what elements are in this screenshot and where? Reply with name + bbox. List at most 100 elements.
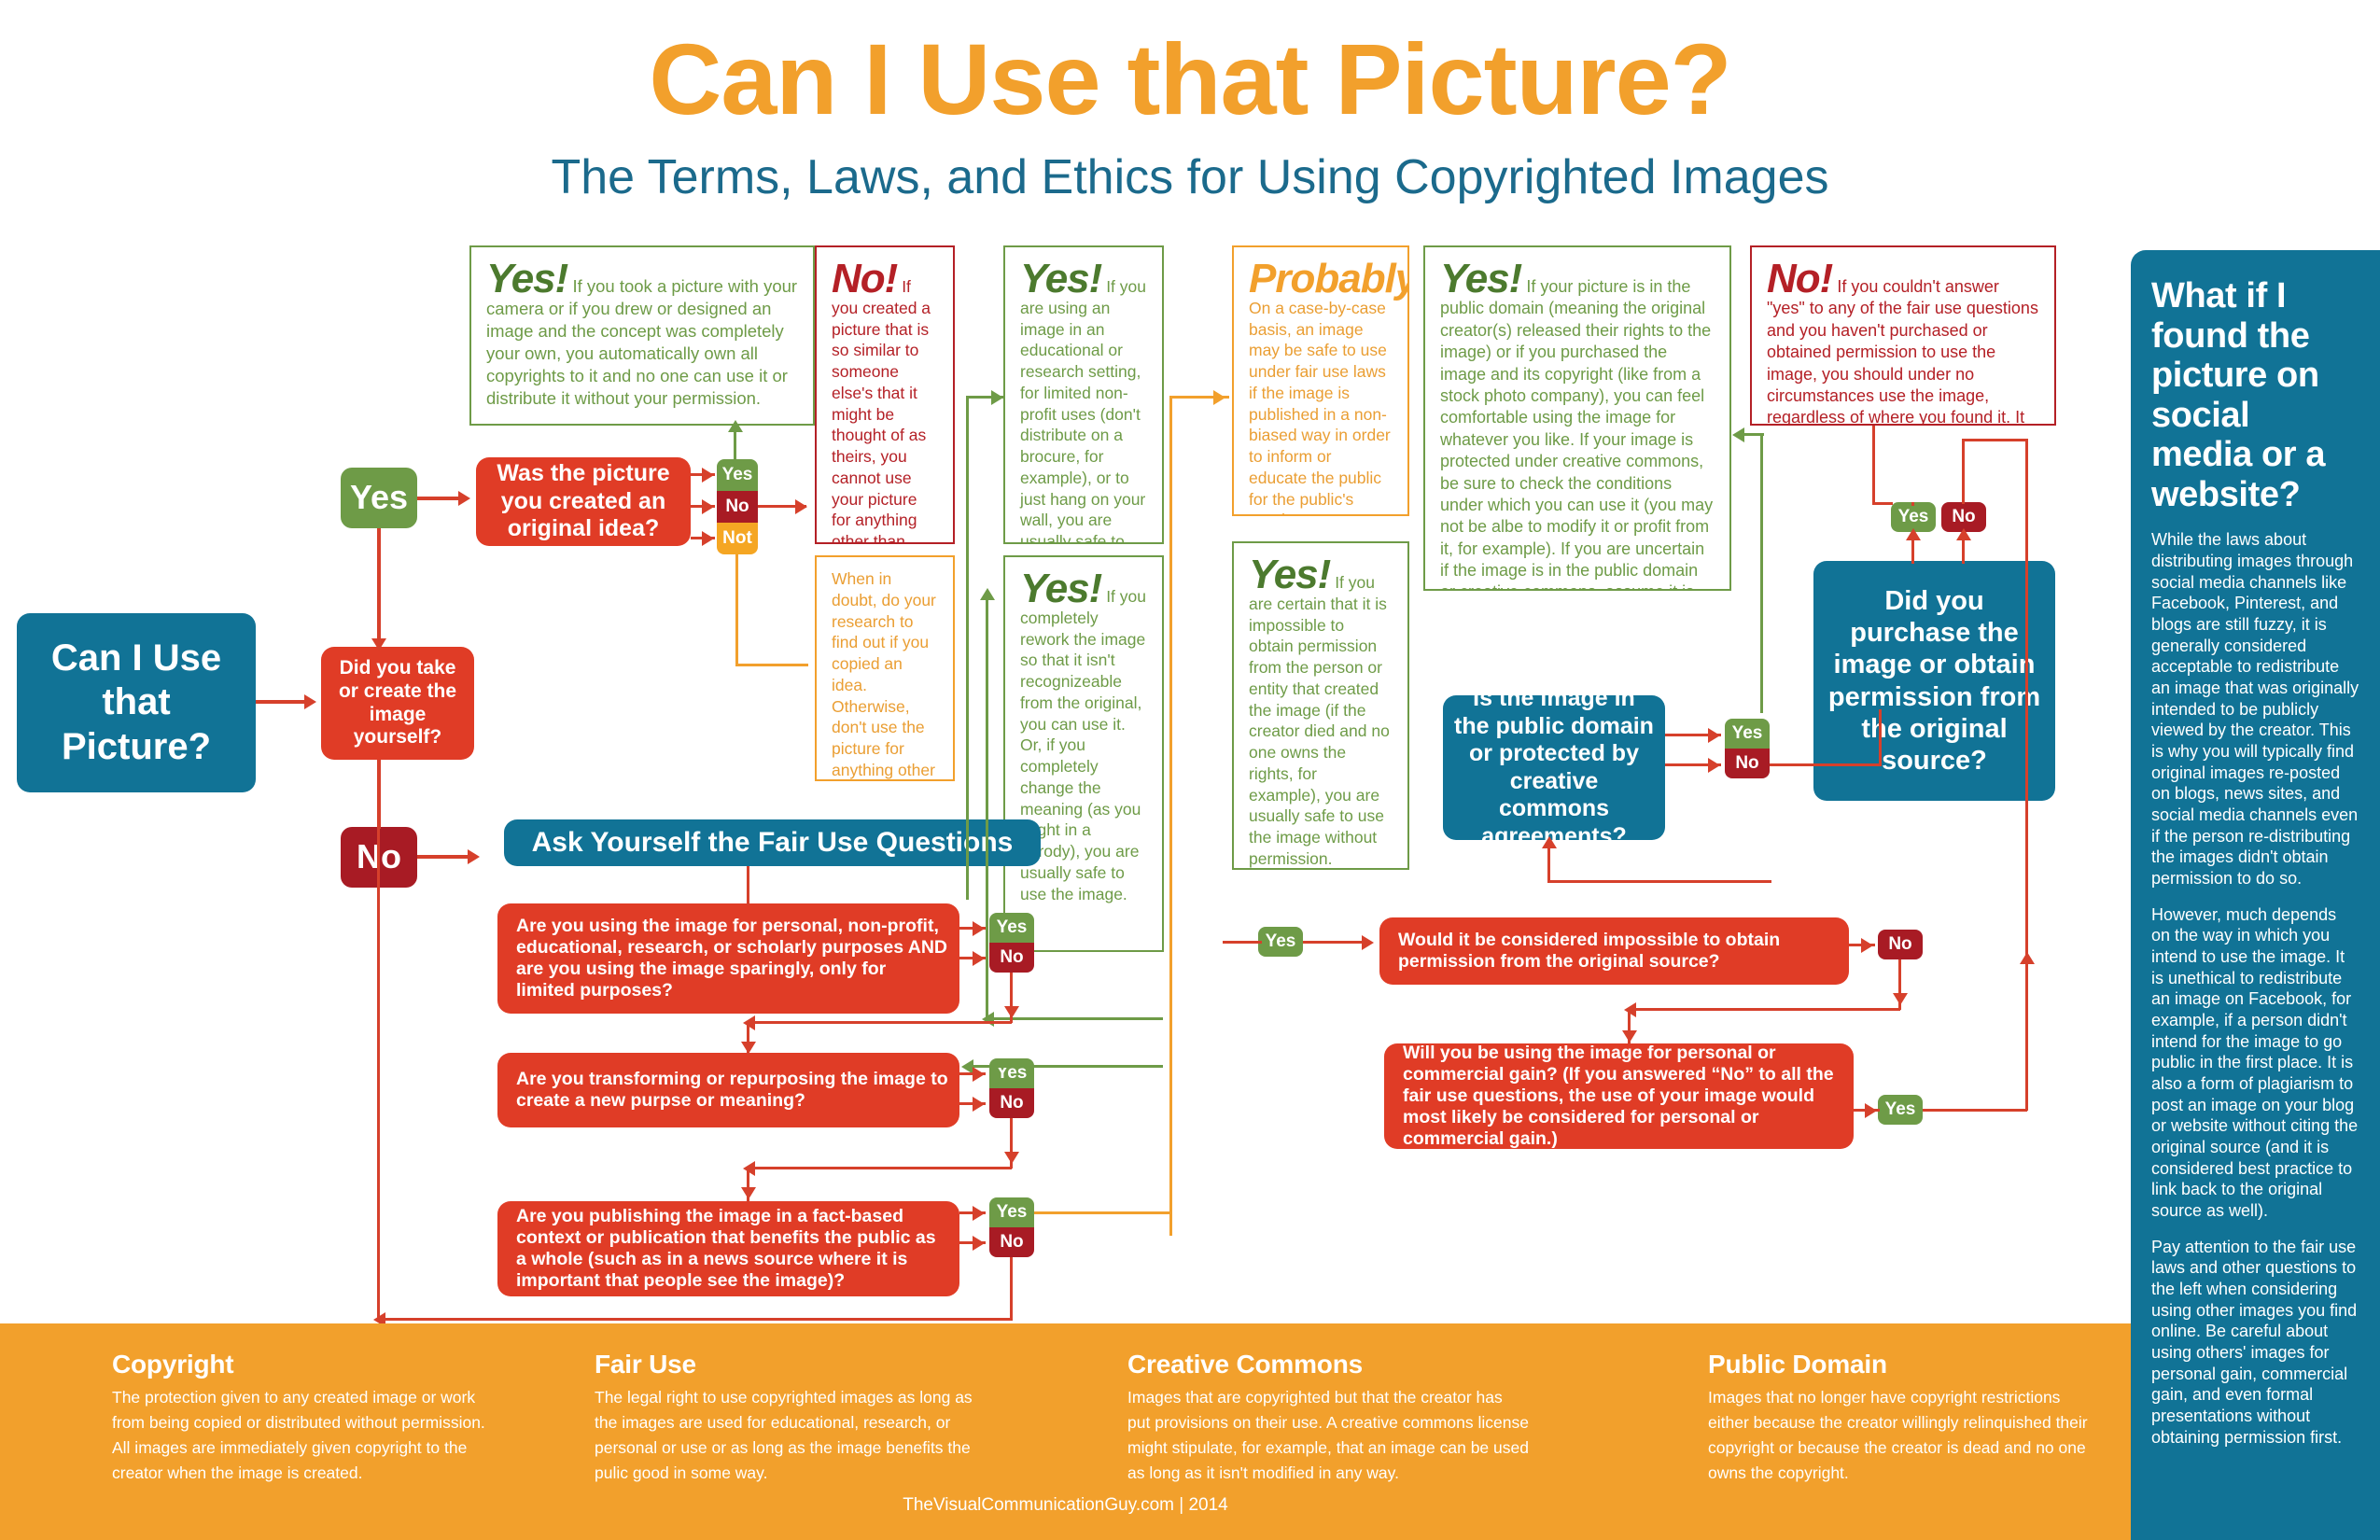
arrow-icon [1906,528,1921,540]
chip-no-fairuse-2[interactable]: No [989,1088,1034,1118]
chip-yes-original-idea[interactable]: Yes [717,459,758,491]
connector [1628,1008,1900,1011]
arrow-icon [1865,1103,1877,1118]
connector [747,866,749,905]
outcome-body: On a case-by-case basis, an image may be… [1249,298,1391,514]
chip-yes-fairuse-1[interactable]: Yes [989,913,1034,943]
connector [1962,439,1965,504]
chip-no-public-domain[interactable]: No [1725,749,1770,778]
arrow-icon [973,1097,985,1112]
chip-label: No [1735,753,1759,773]
chip-label: No [1000,1232,1024,1252]
connector [377,1318,1012,1321]
glossary-copyright: Copyright The protection given to any cr… [112,1350,504,1487]
outcome-yes-educational: Yes! If you are using an image in an edu… [1003,245,1164,544]
question-fairuse-3[interactable]: Are you publishing the image in a fact-b… [497,1201,959,1296]
chip-yes-fairuse-3[interactable]: Yes [989,1197,1034,1227]
arrow-icon [741,1042,756,1054]
chip-label: No [1000,1093,1024,1113]
connector [377,528,381,650]
glossary-text: Images that no longer have copyright res… [1708,1388,2088,1483]
arrow-icon [795,499,807,514]
outcome-lead: Yes! [1020,566,1102,611]
chip-label: No [1888,934,1912,954]
glossary-title: Public Domain [1708,1350,1887,1379]
chip-yes-public-domain[interactable]: Yes [1725,719,1770,749]
sidebar-paragraph-1: While the laws about distributing images… [2151,530,2359,889]
chip-yes-commercial-gain[interactable]: Yes [1878,1095,1923,1125]
outcome-lead: Yes! [486,256,568,301]
question-label: Are you using the image for personal, no… [516,916,948,1001]
outcome-no-similar: No! If you created a picture that is so … [815,245,955,544]
outcome-yes-public-domain: Yes! If your picture is in the public do… [1423,245,1731,591]
connector [1034,1211,1172,1214]
arrow-icon [1542,836,1557,848]
chip-no-fairuse-3[interactable]: No [989,1227,1034,1257]
glossary-title: Creative Commons [1127,1350,1363,1379]
question-commercial-gain[interactable]: Will you be using the image for personal… [1384,1043,1854,1149]
outcome-lead: Probably. [1249,256,1409,301]
chip-label: Yes [1731,723,1763,743]
arrow-icon [728,420,743,432]
connector [747,1021,1012,1024]
chip-no-impossible[interactable]: No [1878,930,1923,959]
connector [734,427,736,461]
chip-yes-to-public-domain[interactable]: Yes [1258,927,1303,957]
footer-glossary: Copyright The protection given to any cr… [0,1323,2131,1540]
connector [1169,396,1172,1236]
outcome-yes-own: Yes! If you took a picture with your cam… [469,245,815,426]
chip-no-original-idea[interactable]: No [717,491,758,523]
arrow-icon [991,390,1003,405]
connector [377,760,380,1320]
outcome-body: If you are certain that it is impossible… [1249,573,1390,868]
glossary-title: Copyright [112,1350,234,1379]
arrow-icon [973,951,985,966]
outcome-lead: Yes! [1249,552,1331,597]
connector [1872,502,1893,505]
page-title: Can I Use that Picture? [649,22,1731,135]
arrow-icon [1732,427,1744,442]
connector [1223,941,1262,944]
question-impossible-permission[interactable]: Would it be considered impossible to obt… [1379,917,1849,985]
outcome-lead: No! [832,256,898,301]
chip-no-fairuse-1[interactable]: No [989,943,1034,973]
start-node[interactable]: Can I Use that Picture? [17,613,256,792]
sidebar-paragraph-3: Pay attention to the fair use laws and o… [2151,1237,2358,1447]
sidebar-social-media: What if I found the picture on social me… [2131,250,2380,1540]
arrow-icon [982,1012,994,1027]
arrow-icon [1004,1006,1019,1018]
question-public-domain[interactable]: Is the image in the public domain or pro… [1443,685,1665,849]
question-take-or-create[interactable]: Did you take or create the image yoursel… [321,647,474,760]
chip-label: Yes [1897,507,1929,526]
infographic-canvas: Can I Use that Picture? The Terms, Laws,… [0,0,2380,1540]
chip-not-original-idea[interactable]: Not [717,523,758,554]
arrow-icon [1893,993,1908,1005]
connector [747,1167,1012,1169]
connector [417,855,471,859]
connector [256,700,308,704]
arrow-icon [702,499,714,514]
connector [417,497,462,500]
arrow-icon [973,1236,985,1251]
question-label: Did you purchase the image or obtain per… [1827,585,2041,776]
credit-line: TheVisualCommunicationGuy.com | 2014 [903,1495,1228,1515]
outcome-body: If you created a picture that is so simi… [832,277,931,544]
chip-yes-big[interactable]: Yes [341,468,417,528]
arrow-icon [304,694,316,709]
question-label: Will you be using the image for personal… [1403,1043,1834,1149]
question-fairuse-1[interactable]: Are you using the image for personal, no… [497,903,959,1014]
connector [1879,709,1882,765]
arrow-icon [980,588,995,600]
fair-use-header-label: Ask Yourself the Fair Use Questions [531,827,1014,859]
arrow-icon [1213,390,1225,405]
chip-label: No [1952,507,1976,526]
chip-yes-fairuse-2[interactable]: Yes [989,1058,1034,1088]
question-original-idea[interactable]: Was the picture you created an original … [476,457,691,546]
sidebar-heading: What if I found the picture on social me… [2151,276,2326,514]
outcome-body: If your picture is in the public domain … [1440,277,1714,589]
connector [966,396,969,900]
question-fairuse-2[interactable]: Are you transforming or repurposing the … [497,1053,959,1127]
arrow-icon [458,491,470,506]
chip-label: Yes [1884,1099,1916,1119]
arrow-icon [468,849,480,864]
